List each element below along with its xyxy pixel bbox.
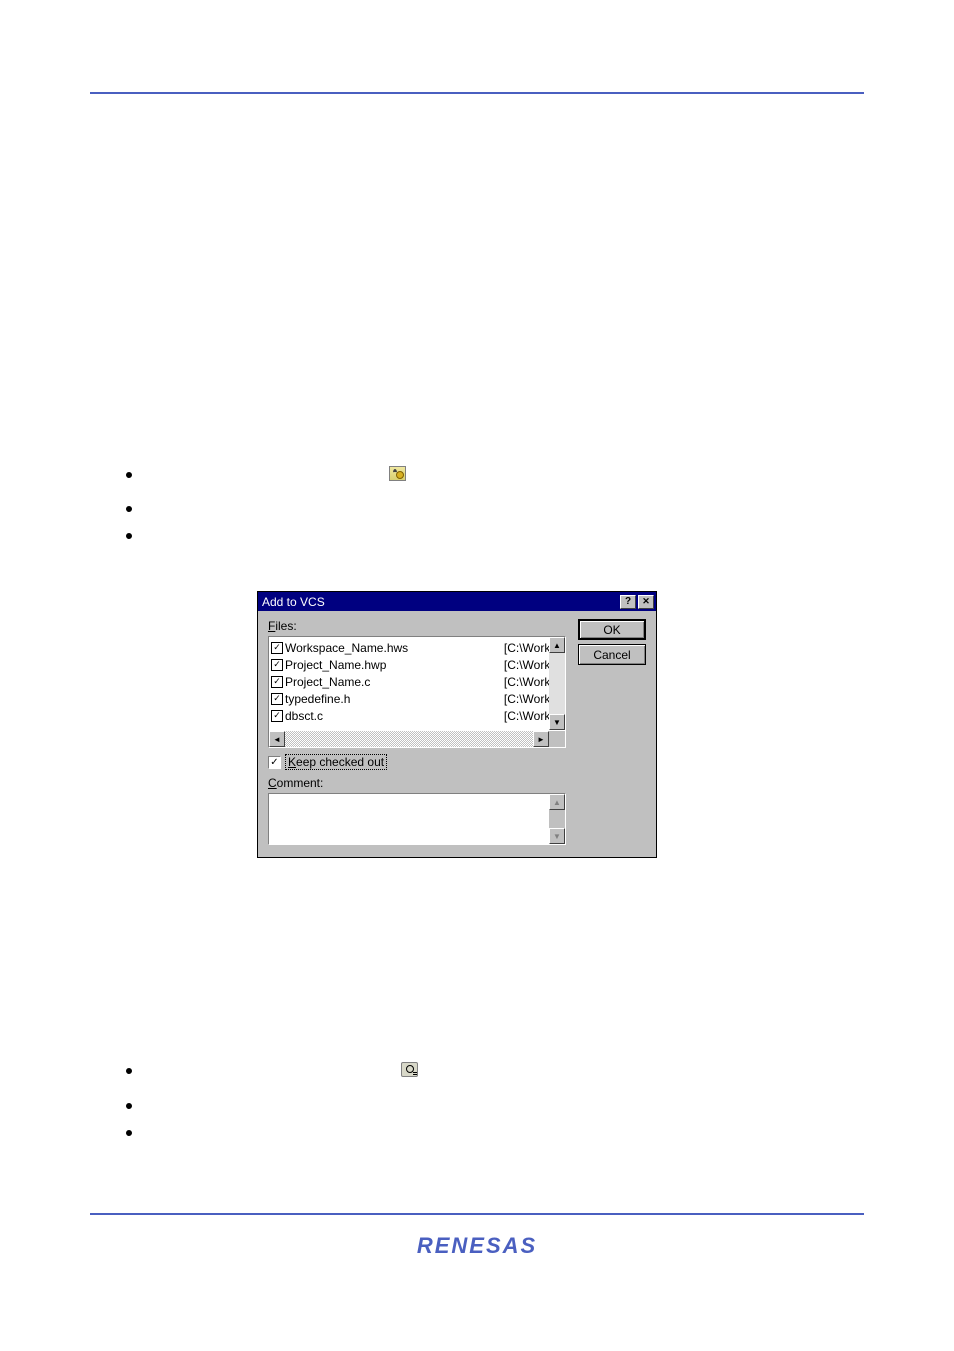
dialog-titlebar: Add to VCS <box>258 592 656 611</box>
scroll-track[interactable] <box>549 653 565 714</box>
renesas-logo: RENESAS <box>417 1233 537 1259</box>
cancel-button[interactable]: Cancel <box>578 644 646 665</box>
list-item[interactable]: typedefine.h [C:\Worksp <box>271 690 565 707</box>
add-to-vcs-toolbar-icon <box>389 466 406 481</box>
file-name: typedefine.h <box>285 692 504 706</box>
file-name: dbsct.c <box>285 709 504 723</box>
bullet-icon <box>126 506 132 512</box>
bullet-icon <box>126 1130 132 1136</box>
scroll-down-icon[interactable]: ▼ <box>549 714 565 730</box>
files-label: Files: <box>268 619 566 633</box>
file-name: Project_Name.hwp <box>285 658 504 672</box>
scroll-track <box>549 810 565 828</box>
add-to-vcs-dialog: Add to VCS Files: Workspace_Name.hws [C:… <box>257 591 657 858</box>
bullet-icon <box>126 533 132 539</box>
horizontal-scrollbar[interactable]: ◄ ► <box>269 731 549 747</box>
list-item[interactable]: Project_Name.hwp [C:\Worksp <box>271 656 565 673</box>
help-icon[interactable] <box>620 595 636 609</box>
scroll-track[interactable] <box>285 731 533 747</box>
header-rule <box>90 92 864 94</box>
file-checkbox[interactable] <box>271 659 283 671</box>
file-checkbox[interactable] <box>271 693 283 705</box>
list-item[interactable]: dbsct.c [C:\Worksp <box>271 707 565 724</box>
vertical-scrollbar[interactable]: ▲ ▼ <box>549 637 565 730</box>
file-checkbox[interactable] <box>271 642 283 654</box>
ok-button[interactable]: OK <box>578 619 646 640</box>
scroll-up-icon[interactable]: ▲ <box>549 637 565 653</box>
bullet-icon <box>126 472 132 478</box>
scroll-right-icon[interactable]: ► <box>533 731 549 747</box>
list-item[interactable]: Project_Name.c [C:\Worksp <box>271 673 565 690</box>
scroll-left-icon[interactable]: ◄ <box>269 731 285 747</box>
file-name: Project_Name.c <box>285 675 504 689</box>
keep-checked-out-label[interactable]: Keep checked out <box>285 754 387 770</box>
files-listbox[interactable]: Workspace_Name.hws [C:\Worksp Project_Na… <box>268 636 566 748</box>
comment-textarea[interactable]: ▲ ▼ <box>268 793 566 845</box>
bullet-icon <box>126 1068 132 1074</box>
keep-checked-out-checkbox[interactable] <box>268 756 281 769</box>
bullet-icon <box>126 1103 132 1109</box>
file-checkbox[interactable] <box>271 710 283 722</box>
dialog-title: Add to VCS <box>262 595 618 609</box>
scroll-up-icon: ▲ <box>549 794 565 810</box>
scroll-down-icon: ▼ <box>549 828 565 844</box>
comment-label: Comment: <box>268 776 566 790</box>
file-checkbox[interactable] <box>271 676 283 688</box>
close-icon[interactable] <box>638 595 654 609</box>
vertical-scrollbar: ▲ ▼ <box>549 794 565 844</box>
lock-toolbar-icon <box>401 1062 418 1077</box>
footer-rule <box>90 1213 864 1215</box>
list-item[interactable]: Workspace_Name.hws [C:\Worksp <box>271 639 565 656</box>
scroll-corner <box>549 731 565 747</box>
file-name: Workspace_Name.hws <box>285 641 504 655</box>
